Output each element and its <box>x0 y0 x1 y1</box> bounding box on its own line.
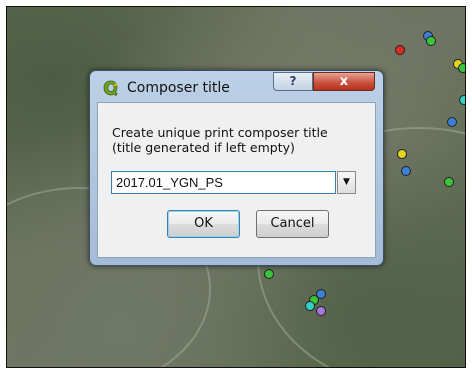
map-point[interactable] <box>447 117 457 127</box>
dialog-client-area: Create unique print composer title (titl… <box>97 102 376 258</box>
map-point[interactable] <box>444 177 454 187</box>
dialog-title: Composer title <box>127 80 230 96</box>
composer-title-dialog: Composer title ? x Create unique print c… <box>89 70 384 266</box>
title-combobox-input[interactable]: 2017.01_YGN_PS <box>111 171 336 194</box>
prompt-line-2: (title generated if left empty) <box>112 140 295 155</box>
map-point[interactable] <box>264 269 274 279</box>
prompt-text: Create unique print composer title (titl… <box>112 125 372 155</box>
map-point[interactable] <box>426 36 436 46</box>
prompt-line-1: Create unique print composer title <box>112 125 328 140</box>
qgis-icon <box>103 80 119 97</box>
map-point[interactable] <box>397 149 407 159</box>
cancel-button[interactable]: Cancel <box>256 210 329 238</box>
combobox-dropdown-button[interactable]: ▼ <box>337 171 356 194</box>
map-point[interactable] <box>305 301 315 311</box>
dialog-titlebar[interactable]: Composer title ? x <box>90 71 383 103</box>
map-point[interactable] <box>316 306 326 316</box>
close-button[interactable]: x <box>313 72 375 91</box>
map-point[interactable] <box>459 95 465 105</box>
map-point[interactable] <box>458 63 465 73</box>
chevron-down-icon: ▼ <box>343 177 350 187</box>
title-combobox-value: 2017.01_YGN_PS <box>116 175 223 190</box>
map-point[interactable] <box>395 45 405 55</box>
ok-button[interactable]: OK <box>167 210 240 238</box>
map-point[interactable] <box>401 166 411 176</box>
help-button[interactable]: ? <box>273 72 313 91</box>
